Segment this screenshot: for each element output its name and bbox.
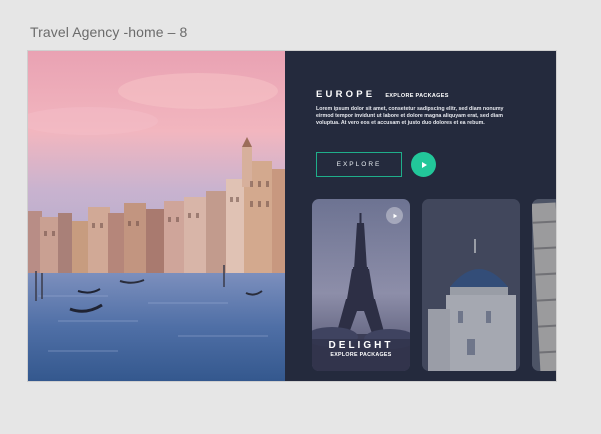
destination-card-pisa[interactable] — [532, 199, 556, 371]
play-icon — [393, 213, 397, 218]
destination-description: Lorem ipsum dolor sit amet, consetetur s… — [316, 106, 504, 127]
card-caption: DELIGHT EXPLORE PACKAGES — [312, 340, 410, 358]
explore-packages-link[interactable]: EXPLORE PACKAGES — [385, 93, 448, 99]
content-panel: EUROPE EXPLORE PACKAGES Lorem ipsum dolo… — [285, 51, 556, 381]
artboard: EUROPE EXPLORE PACKAGES Lorem ipsum dolo… — [28, 51, 556, 381]
explore-button[interactable]: EXPLORE — [316, 152, 402, 177]
title-row: EUROPE EXPLORE PACKAGES — [316, 89, 449, 100]
card-dim-overlay — [532, 199, 556, 371]
artboard-label: Travel Agency -home – 8 — [30, 24, 188, 40]
destination-card-delight[interactable]: DELIGHT EXPLORE PACKAGES — [312, 199, 410, 371]
destination-title: EUROPE — [316, 89, 376, 100]
hero-image — [28, 51, 285, 381]
play-icon — [421, 161, 427, 168]
play-button[interactable] — [411, 152, 436, 177]
card-play-button[interactable] — [386, 207, 403, 224]
destination-card-santorini[interactable] — [422, 199, 520, 371]
card-dim-overlay — [422, 199, 520, 371]
card-subtitle: EXPLORE PACKAGES — [330, 352, 392, 358]
card-title: DELIGHT — [328, 340, 394, 351]
